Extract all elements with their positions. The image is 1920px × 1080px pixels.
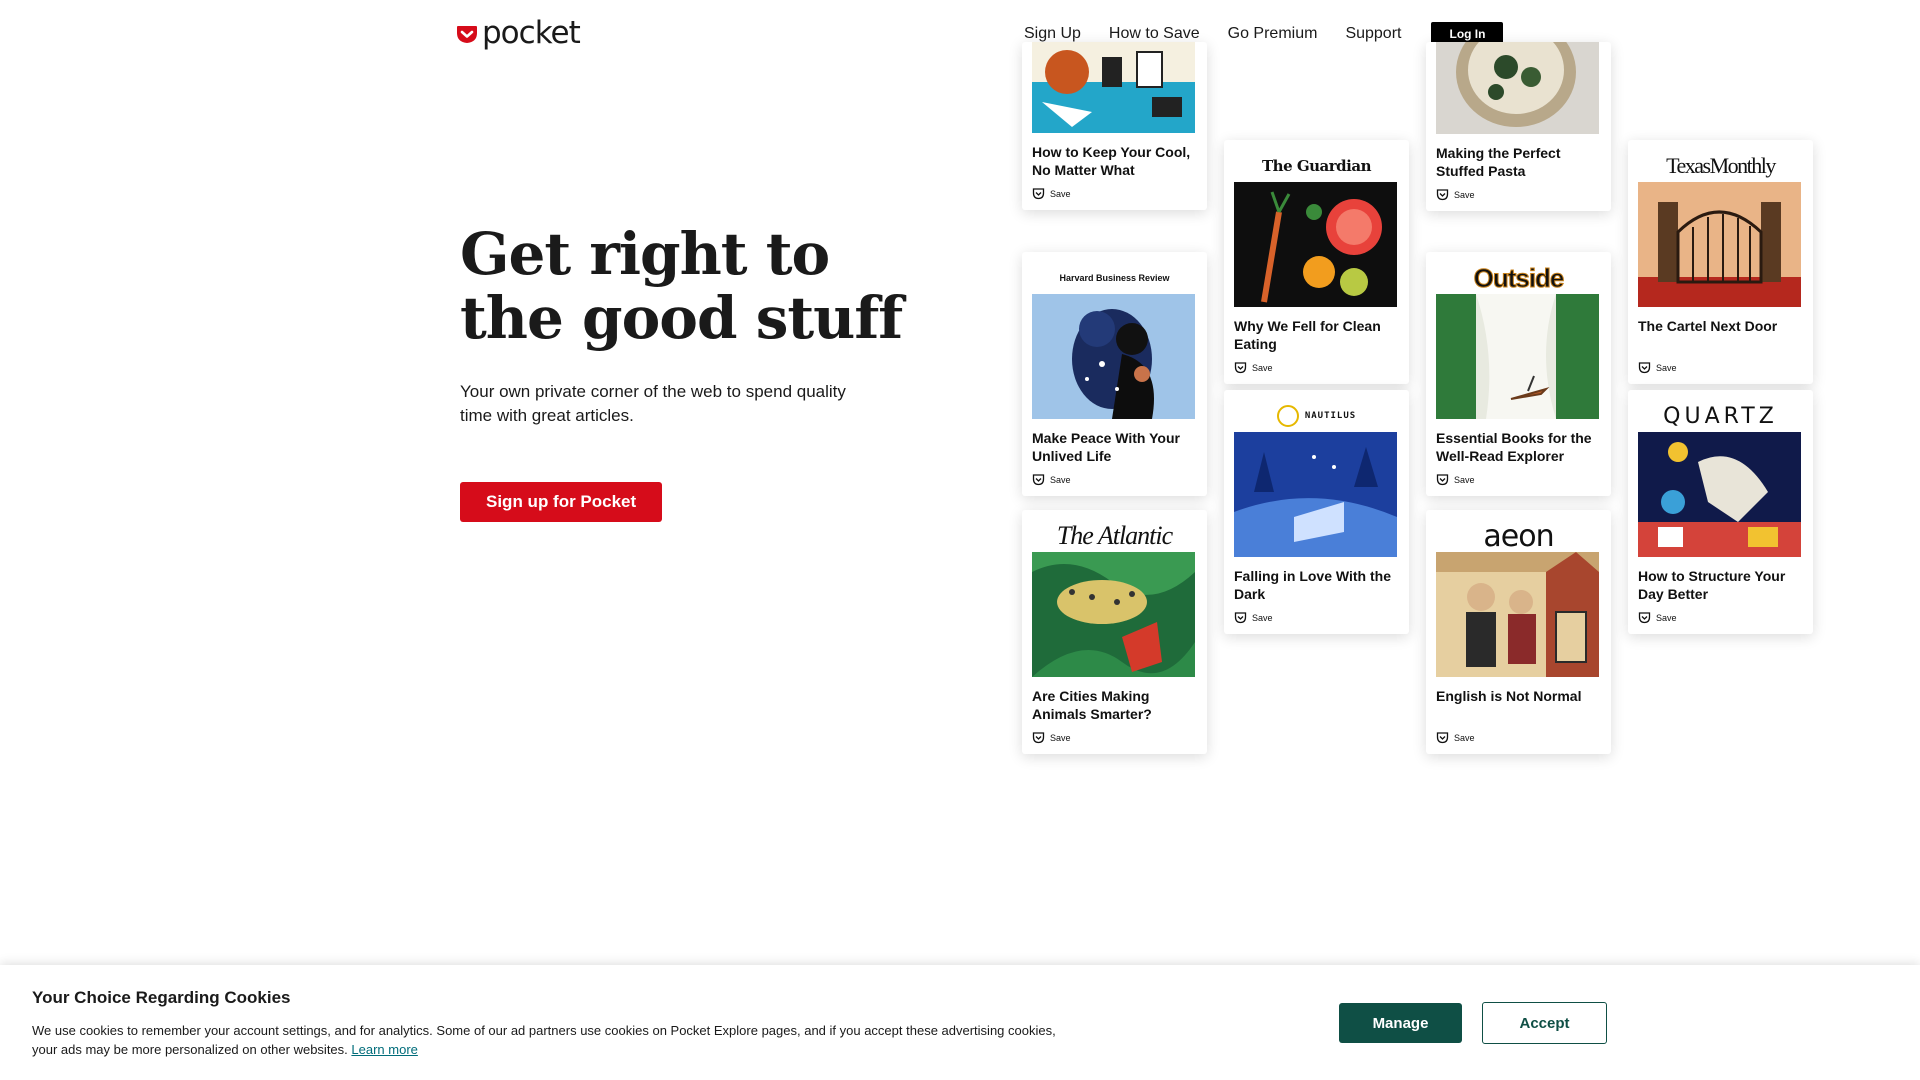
save-label: Save [1050, 474, 1071, 485]
publisher-logo: The Atlantic [1056, 521, 1173, 550]
nav-sign-up[interactable]: Sign Up [1024, 25, 1081, 43]
article-title: Why We Fell for Clean Eating [1234, 318, 1381, 352]
article-card-english[interactable]: aeon English is Not Normal Save [1426, 510, 1611, 754]
hero-title: Get right to the good stuff [460, 222, 920, 350]
nav-go-premium[interactable]: Go Premium [1228, 25, 1318, 43]
article-title: Essential Books for the Well-Read Explor… [1436, 430, 1592, 464]
save-button[interactable]: Save [1234, 611, 1399, 624]
publisher-logo: Harvard Business Review [1059, 272, 1170, 283]
save-button[interactable]: Save [1436, 473, 1601, 486]
article-image [1638, 432, 1801, 557]
pocket-save-icon [1234, 612, 1247, 624]
article-title: English is Not Normal [1436, 688, 1582, 704]
save-button[interactable]: Save [1436, 188, 1601, 201]
article-card-books[interactable]: Outside Essential Books for the Well-Rea… [1426, 252, 1611, 496]
hero-title-line2: the good stuff [460, 284, 903, 352]
accept-cookies-button[interactable]: Accept [1482, 1002, 1607, 1044]
save-label: Save [1252, 612, 1273, 623]
nav-support[interactable]: Support [1345, 25, 1401, 43]
publisher-name: NAUTILUS [1304, 411, 1357, 421]
hero-title-line1: Get right to [460, 220, 830, 288]
save-label: Save [1454, 189, 1475, 200]
site-header: pocket Sign Up How to Save Go Premium Su… [0, 0, 1920, 70]
article-image [1032, 294, 1195, 419]
article-image [1032, 552, 1195, 677]
article-card-make-peace[interactable]: Harvard Business Review Make Peace With … [1022, 252, 1207, 496]
article-image [1436, 552, 1599, 677]
learn-more-link[interactable]: Learn more [351, 1042, 417, 1057]
pocket-save-icon [1436, 189, 1449, 201]
nautilus-logo-icon [1276, 405, 1299, 427]
hero-subtitle: Your own private corner of the web to sp… [460, 382, 846, 425]
save-button[interactable]: Save [1032, 187, 1197, 200]
save-label: Save [1656, 612, 1677, 623]
article-card-in-love[interactable]: NAUTILUS Falling in Love With the Dark S… [1224, 390, 1409, 634]
cookie-text: We use cookies to remember your account … [32, 1021, 1072, 1059]
save-button[interactable]: Save [1032, 473, 1197, 486]
pocket-save-icon [1032, 188, 1045, 200]
article-image [1638, 182, 1801, 307]
publisher-logo: TexasMonthly [1666, 153, 1776, 178]
save-label: Save [1050, 732, 1071, 743]
article-collage: How to Keep Your Cool, No Matter What Sa… [1010, 42, 1830, 770]
save-label: Save [1454, 474, 1475, 485]
manage-cookies-button[interactable]: Manage [1339, 1003, 1462, 1043]
save-label: Save [1656, 362, 1677, 373]
save-button[interactable]: Save [1638, 361, 1803, 374]
save-button[interactable]: Save [1436, 731, 1601, 744]
article-title: How to Structure Your Day Better [1638, 568, 1786, 602]
publisher-logo: NAUTILUS [1234, 400, 1399, 432]
article-title: The Cartel Next Door [1638, 318, 1778, 334]
publisher-logo: QUARTZ [1663, 403, 1778, 429]
pocket-save-icon [1234, 362, 1247, 374]
pocket-logo-icon [457, 25, 477, 43]
pocket-save-icon [1436, 474, 1449, 486]
signup-cta-button[interactable]: Sign up for Pocket [460, 482, 663, 522]
save-button[interactable]: Save [1032, 731, 1197, 744]
save-label: Save [1454, 732, 1475, 743]
article-image [1436, 42, 1599, 134]
article-image [1032, 42, 1195, 133]
save-label: Save [1252, 362, 1273, 373]
pocket-save-icon [1638, 362, 1651, 374]
pocket-logo[interactable]: pocket [456, 15, 581, 51]
cookie-body: We use cookies to remember your account … [32, 1023, 1056, 1057]
save-button[interactable]: Save [1638, 611, 1803, 624]
article-title: Making the Perfect Stuffed Pasta [1436, 145, 1561, 179]
article-card-cartel[interactable]: TexasMonthly The Cartel Next Door Save [1628, 140, 1813, 384]
nav-how-to-save[interactable]: How to Save [1109, 25, 1200, 43]
cookie-banner: Your Choice Regarding Cookies We use coo… [0, 965, 1920, 1080]
pocket-save-icon [1032, 474, 1045, 486]
pocket-save-icon [1638, 612, 1651, 624]
pocket-save-icon [1032, 732, 1045, 744]
article-image [1234, 432, 1397, 557]
article-card-clean-eating[interactable]: The Guardian Why We Fell for Clean Eatin… [1224, 140, 1409, 384]
cookie-title: Your Choice Regarding Cookies [32, 988, 291, 1007]
article-image [1234, 182, 1397, 307]
article-title: Falling in Love With the Dark [1234, 568, 1391, 602]
article-title: Make Peace With Your Unlived Life [1032, 430, 1180, 464]
logo-wordmark: pocket [482, 15, 581, 51]
pocket-save-icon [1436, 732, 1449, 744]
article-card-keep-cool[interactable]: How to Keep Your Cool, No Matter What Sa… [1022, 42, 1207, 210]
hero-section: Get right to the good stuff Your own pri… [460, 222, 920, 522]
article-card-structure[interactable]: QUARTZ How to Structure Your Day Better … [1628, 390, 1813, 634]
publisher-logo: The Guardian [1262, 157, 1371, 175]
article-image [1436, 294, 1599, 419]
publisher-logo: Outside [1473, 262, 1565, 293]
article-title: How to Keep Your Cool, No Matter What [1032, 144, 1191, 178]
save-label: Save [1050, 188, 1071, 199]
article-title: Are Cities Making Animals Smarter? [1032, 688, 1152, 722]
article-card-pasta[interactable]: Making the Perfect Stuffed Pasta Save [1426, 42, 1611, 211]
save-button[interactable]: Save [1234, 361, 1399, 374]
publisher-logo: aeon [1483, 518, 1554, 554]
article-card-cities[interactable]: The Atlantic Are Cities Making Animals S… [1022, 510, 1207, 754]
